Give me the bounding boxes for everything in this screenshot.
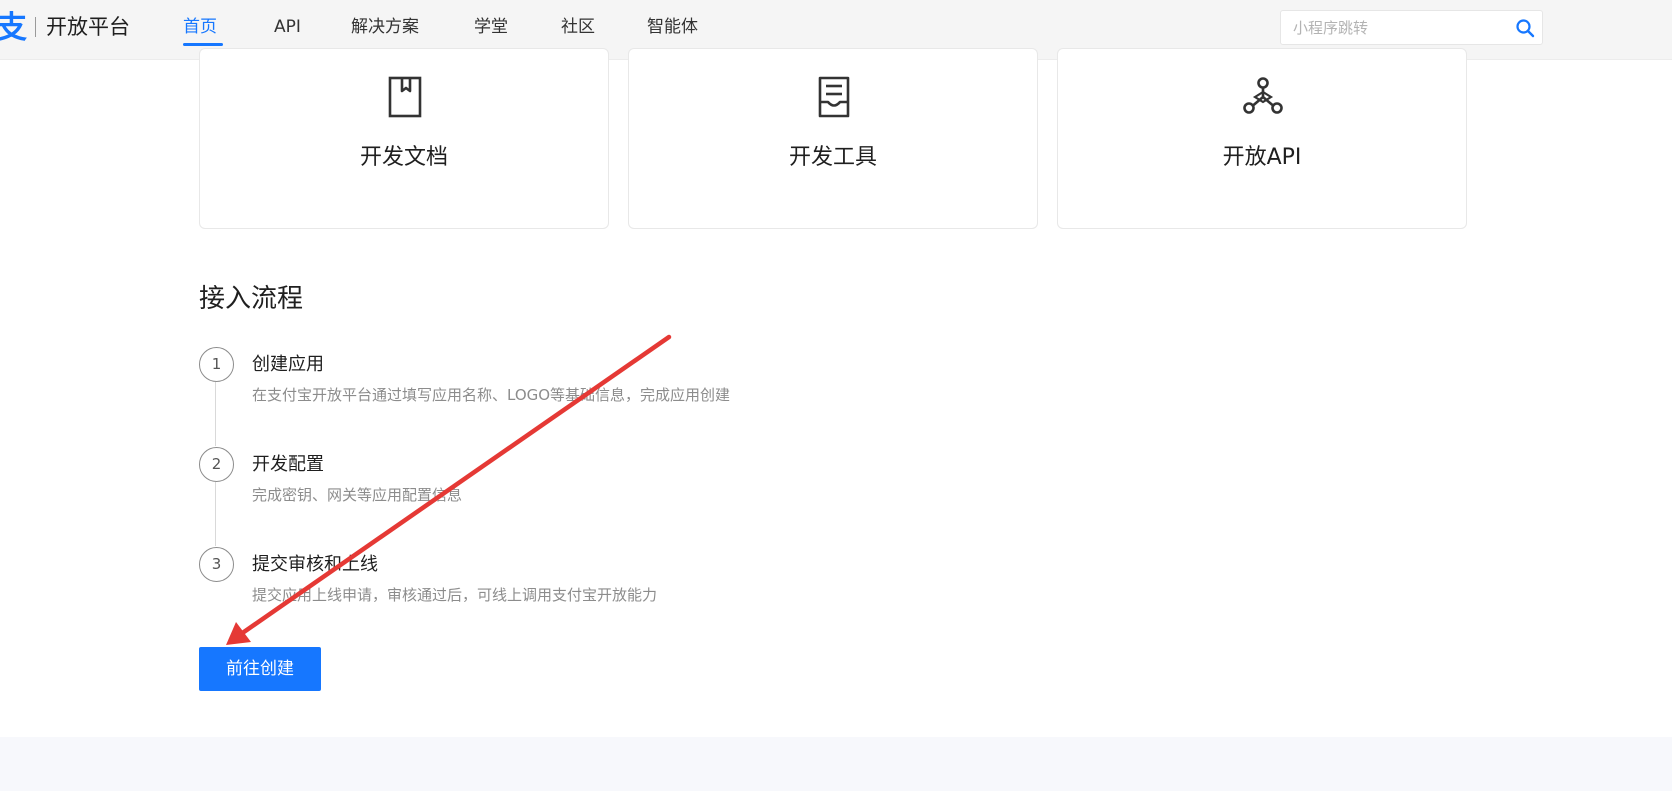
step-description: 完成密钥、网关等应用配置信息 bbox=[252, 486, 463, 504]
tool-icon bbox=[818, 76, 850, 118]
logo-divider bbox=[35, 17, 36, 37]
step-title: 开发配置 bbox=[252, 454, 324, 475]
search-box bbox=[1280, 10, 1543, 45]
step-description: 在支付宝开放平台通过填写应用名称、LOGO等基础信息，完成应用创建 bbox=[252, 386, 731, 404]
document-icon bbox=[388, 76, 422, 118]
brand-logo[interactable]: 支 bbox=[0, 8, 27, 48]
nav-item-community[interactable]: 社区 bbox=[561, 14, 595, 40]
page: 支 开放平台 首页 API 解决方案 学堂 社区 智能体 开发文档 bbox=[0, 0, 1672, 791]
step-title: 提交审核和上线 bbox=[252, 554, 378, 575]
go-create-button[interactable]: 前往创建 bbox=[199, 647, 321, 691]
nav-active-indicator bbox=[183, 43, 223, 46]
card-label: 开放API bbox=[1222, 145, 1302, 170]
footer-strip bbox=[0, 737, 1672, 791]
step-connector bbox=[215, 482, 216, 546]
card-dev-docs[interactable]: 开发文档 bbox=[199, 48, 609, 229]
step-number: 3 bbox=[199, 547, 234, 582]
api-icon bbox=[1243, 77, 1283, 114]
step-number: 1 bbox=[199, 347, 234, 382]
step-description: 提交应用上线申请，审核通过后，可线上调用支付宝开放能力 bbox=[252, 586, 658, 604]
step-connector bbox=[215, 382, 216, 446]
nav-item-solutions[interactable]: 解决方案 bbox=[351, 14, 419, 40]
section-title: 接入流程 bbox=[199, 284, 304, 314]
card-open-api[interactable]: 开放API bbox=[1057, 48, 1467, 229]
step-title: 创建应用 bbox=[252, 354, 324, 375]
nav-item-home[interactable]: 首页 bbox=[183, 14, 217, 40]
card-label: 开发工具 bbox=[788, 145, 877, 170]
card-label: 开发文档 bbox=[359, 145, 448, 170]
card-dev-tools[interactable]: 开发工具 bbox=[628, 48, 1038, 229]
nav-item-agent[interactable]: 智能体 bbox=[647, 14, 698, 40]
step-number: 2 bbox=[199, 447, 234, 482]
nav-item-api[interactable]: API bbox=[274, 14, 301, 40]
search-input[interactable] bbox=[1293, 11, 1503, 44]
search-icon[interactable] bbox=[1515, 18, 1535, 38]
brand-title[interactable]: 开放平台 bbox=[46, 12, 130, 42]
nav-item-academy[interactable]: 学堂 bbox=[474, 14, 508, 40]
